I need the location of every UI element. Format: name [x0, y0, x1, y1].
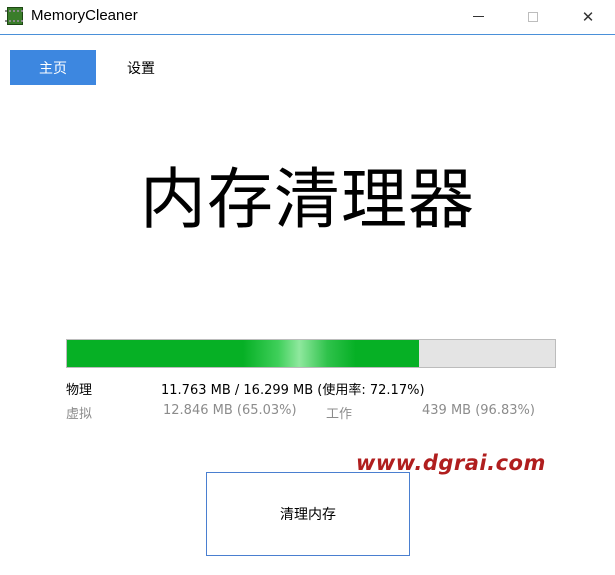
virtual-memory-label: 虚拟: [66, 407, 93, 422]
close-button[interactable]: ✕: [565, 0, 611, 33]
maximize-button[interactable]: [510, 0, 556, 33]
working-set-label: 工作: [326, 407, 353, 422]
physical-memory-value: 11.763 MB / 16.299 MB (使用率: 72.17%): [161, 383, 425, 398]
tab-settings[interactable]: 设置: [110, 50, 172, 85]
memory-usage-bar: [66, 339, 556, 368]
page-title: 内存清理器: [140, 161, 475, 238]
memory-chip-icon: [5, 7, 25, 25]
virtual-memory-value: 12.846 MB (65.03%): [163, 403, 297, 418]
minimize-button[interactable]: [455, 0, 501, 33]
maximize-icon: [528, 11, 538, 22]
working-set-value: 439 MB (96.83%): [422, 403, 535, 418]
tab-home[interactable]: 主页: [10, 50, 96, 85]
clean-memory-button[interactable]: 清理内存: [206, 472, 410, 556]
memory-usage-fill: [67, 340, 420, 367]
window-title: MemoryCleaner: [31, 7, 138, 24]
minimize-icon: [472, 16, 484, 17]
close-icon: ✕: [581, 7, 595, 26]
physical-memory-label: 物理: [66, 383, 93, 398]
title-bar: MemoryCleaner ✕: [0, 0, 615, 35]
